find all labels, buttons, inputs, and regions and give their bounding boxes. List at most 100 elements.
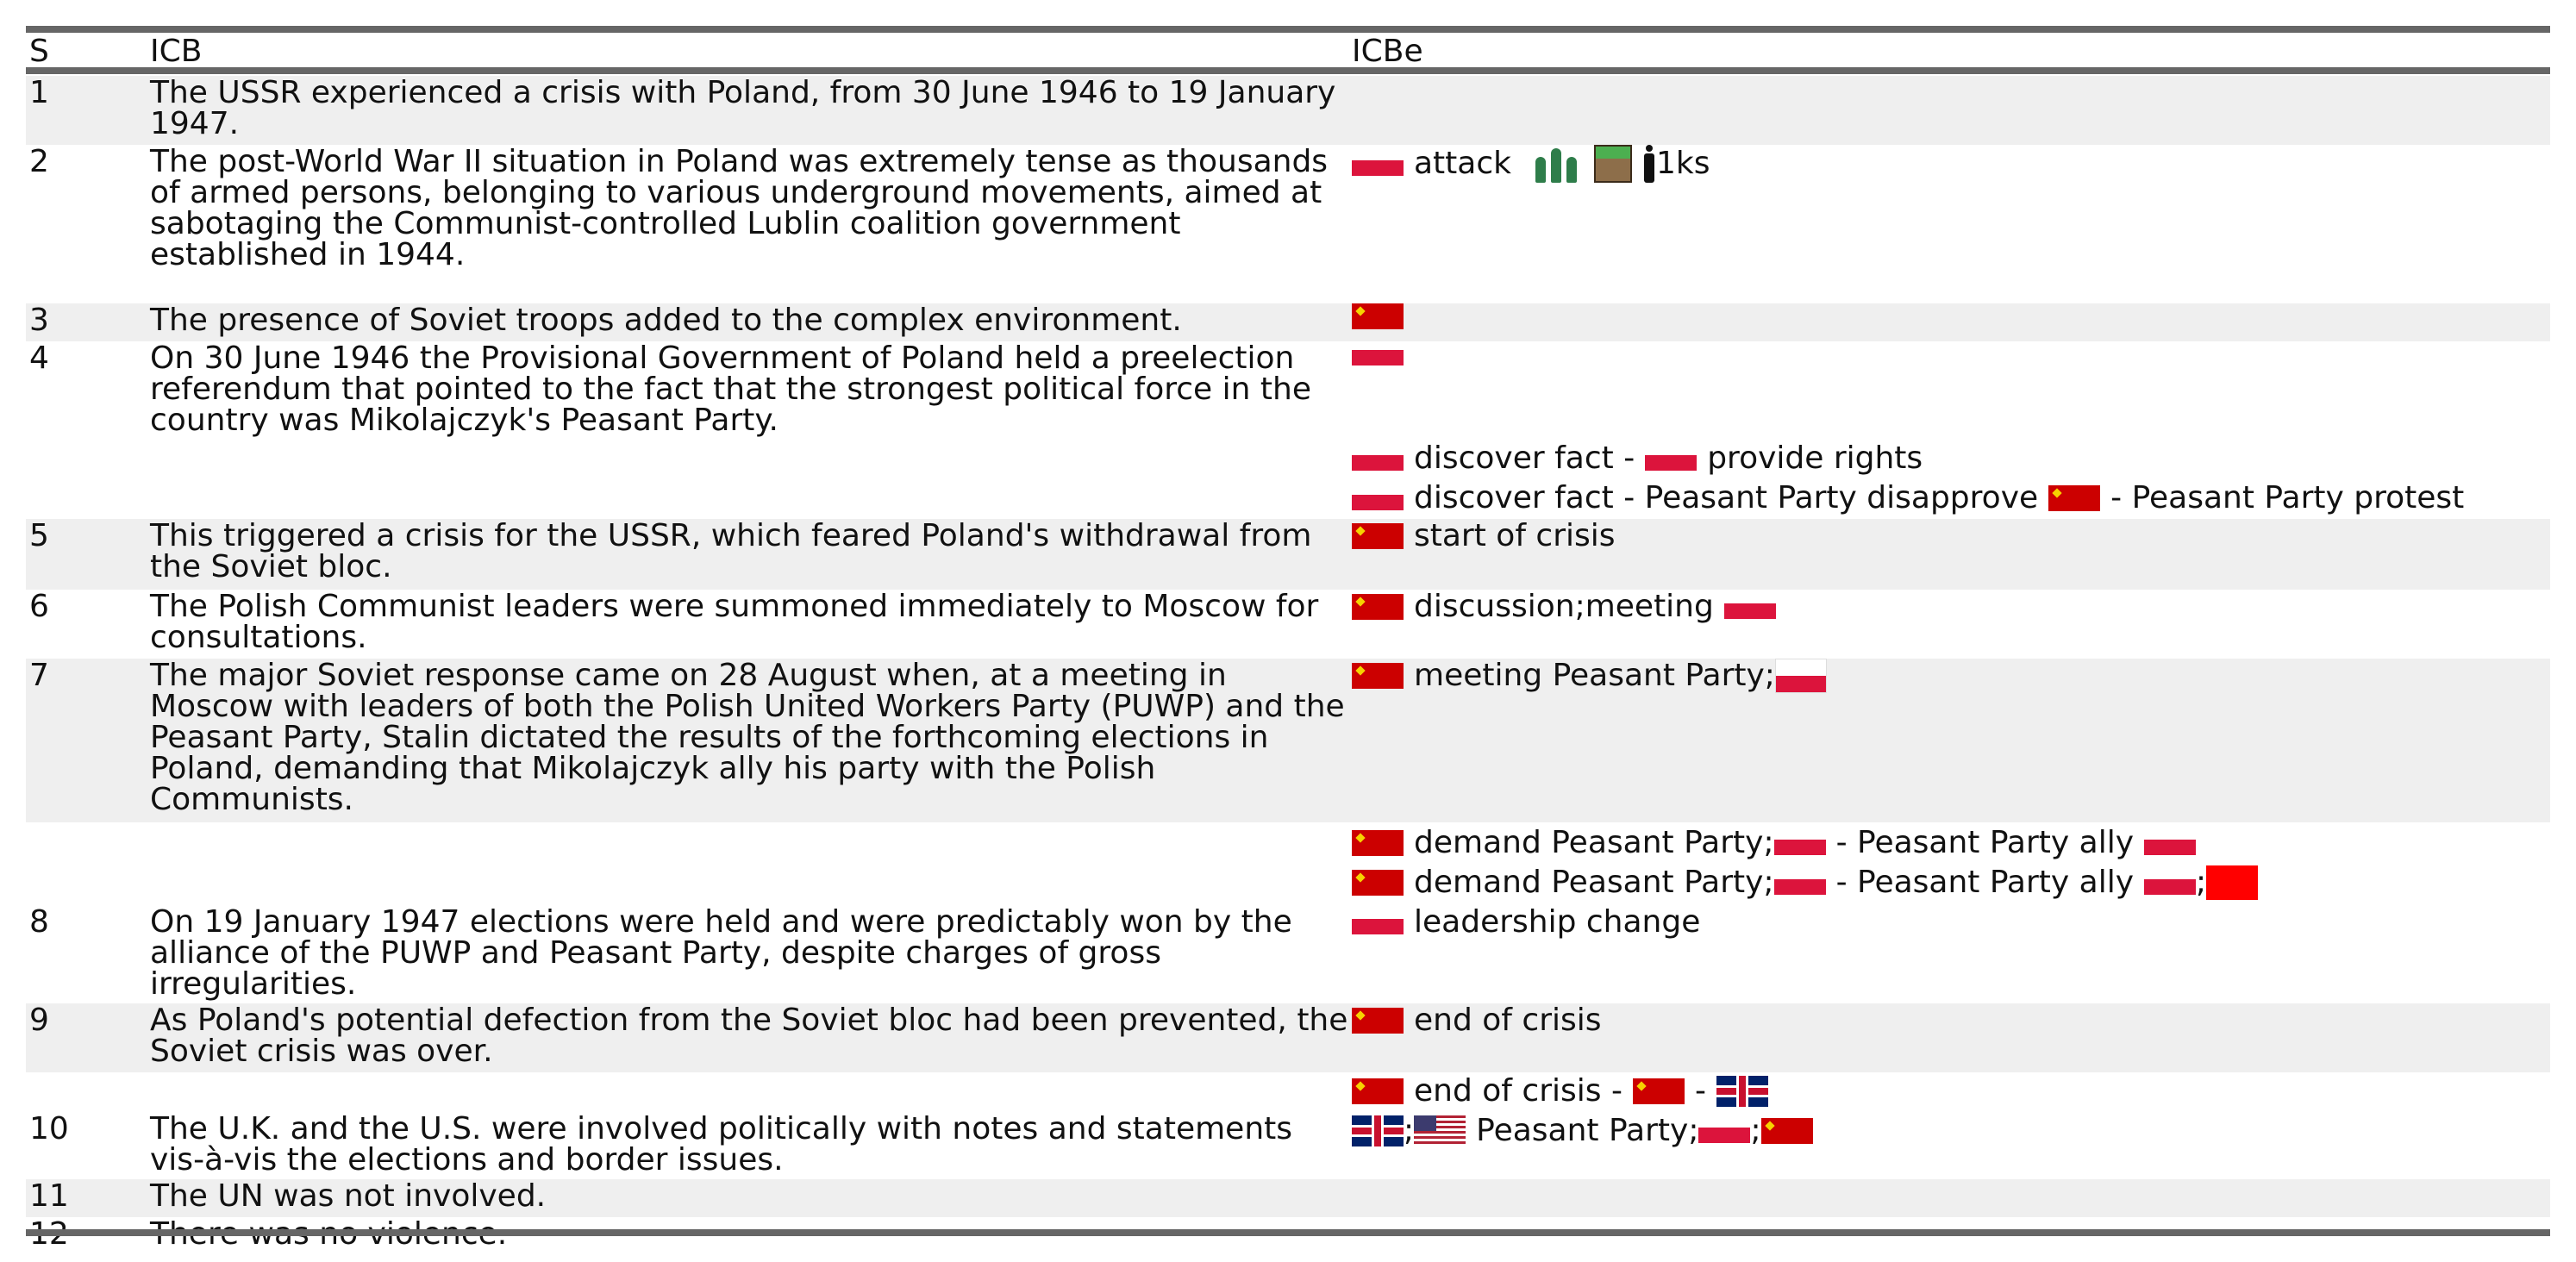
poland-flag-icon <box>1352 919 1404 934</box>
uk-flag-icon <box>1352 1115 1404 1146</box>
ussr-flag-icon <box>1352 523 1404 549</box>
poland-flag-icon <box>1774 659 1827 693</box>
header-icbe: ICBe <box>1352 34 1423 69</box>
row-number: 6 <box>29 589 49 624</box>
table-top-rule <box>26 26 2550 33</box>
poland-flag-icon <box>1352 495 1404 510</box>
ussr-flag-icon <box>1352 594 1404 620</box>
icb-text: The post-World War II situation in Polan… <box>150 144 1338 272</box>
person-icon <box>1642 145 1656 183</box>
icbe-event: discover fact - provide rights <box>1352 441 1923 476</box>
table-row: demand Peasant Party; - Peasant Party al… <box>26 822 2550 905</box>
icbe-event: meeting Peasant Party; <box>1352 659 1827 693</box>
icbe-event: start of crisis <box>1352 519 1616 553</box>
icb-text: This triggered a crisis for the USSR, wh… <box>150 518 1322 584</box>
event-text: - <box>1694 1073 1706 1109</box>
row-number: 7 <box>29 658 49 693</box>
icb-text: As Poland's potential defection from the… <box>150 1003 1348 1069</box>
event-text: ; <box>1750 1113 1761 1148</box>
ussr-flag-icon <box>1352 303 1404 329</box>
ussr-flag-icon <box>1352 1078 1404 1104</box>
event-text: demand Peasant Party; <box>1414 865 1774 900</box>
table-row: 4 On 30 June 1946 the Provisional Govern… <box>26 341 2550 519</box>
event-text: - Peasant Party ally <box>1835 825 2135 860</box>
ussr-flag-icon <box>1352 1008 1404 1034</box>
ussr-flag-icon <box>1632 1078 1685 1104</box>
ussr-flag-icon <box>1352 870 1404 896</box>
event-text: start of crisis <box>1414 518 1616 553</box>
icb-text: The UN was not involved. <box>150 1178 547 1214</box>
usa-flag-icon <box>1414 1115 1466 1146</box>
poland-flag-icon <box>1773 879 1826 895</box>
icbe-event: ; Peasant Party; ; <box>1352 1114 1813 1148</box>
poland-flag-icon <box>1352 350 1404 365</box>
header-rule <box>26 67 2550 74</box>
table-row: end of crisis - - 10 The U.K. and the U.… <box>26 1072 2550 1179</box>
row-number: 2 <box>29 144 49 179</box>
event-text: - Peasant Party ally <box>1835 865 2135 900</box>
icbe-event: end of crisis <box>1352 1003 1602 1038</box>
table-row: 2 The post-World War II situation in Pol… <box>26 145 2550 303</box>
icb-text: The Polish Communist leaders were summon… <box>150 589 1329 655</box>
poland-flag-icon <box>1645 455 1698 471</box>
row-number: 10 <box>29 1111 69 1146</box>
event-text: meeting Peasant Party; <box>1414 658 1775 693</box>
event-text: discover fact - Peasant Party disapprove <box>1414 480 2039 515</box>
event-text: ; <box>1404 1113 1415 1148</box>
row-number: 4 <box>29 340 49 376</box>
ussr-flag-icon <box>1352 663 1404 689</box>
event-text: - Peasant Party protest <box>2110 480 2465 515</box>
event-text: end of crisis - <box>1414 1073 1623 1109</box>
row-number: 9 <box>29 1003 49 1038</box>
event-text: 1ks <box>1656 146 1710 181</box>
icbe-event: demand Peasant Party; - Peasant Party al… <box>1352 825 2197 860</box>
event-text: demand Peasant Party; <box>1414 825 1774 860</box>
uk-flag-icon <box>1716 1076 1768 1107</box>
poland-flag-icon <box>1773 840 1826 855</box>
event-text: Peasant Party; <box>1476 1113 1699 1148</box>
header-icb: ICB <box>150 34 203 69</box>
table-row: 3 The presence of Soviet troops added to… <box>26 303 2550 341</box>
icbe-event: demand Peasant Party; - Peasant Party al… <box>1352 865 2259 900</box>
icbe-event: attack 1ks <box>1352 145 1710 183</box>
territory-block-icon <box>1594 145 1632 183</box>
soldiers-icon <box>1532 145 1584 183</box>
red-flag-icon <box>2206 865 2259 900</box>
poland-flag-icon <box>1698 1128 1751 1143</box>
icbe-event: discussion;meeting <box>1352 590 1776 624</box>
table-row: 5 This triggered a crisis for the USSR, … <box>26 519 2550 590</box>
icbe-event <box>1352 303 1404 329</box>
icb-text: On 30 June 1946 the Provisional Governme… <box>150 340 1322 438</box>
icbe-event: discover fact - Peasant Party disapprove… <box>1352 481 2464 515</box>
event-text: leadership change <box>1414 904 1701 940</box>
event-text: discussion;meeting <box>1414 589 1714 624</box>
row-number: 1 <box>29 75 49 110</box>
ussr-flag-icon <box>1760 1118 1813 1144</box>
row-number: 8 <box>29 904 49 940</box>
event-text: attack <box>1414 146 1511 181</box>
icb-text: The presence of Soviet troops added to t… <box>150 303 1182 338</box>
table-row: 11 The UN was not involved. <box>26 1179 2550 1217</box>
icb-text: The major Soviet response came on 28 Aug… <box>150 658 1355 817</box>
table-row: 9 As Poland's potential defection from t… <box>26 1003 2550 1072</box>
table-row: 1 The USSR experienced a crisis with Pol… <box>26 76 2550 145</box>
table-row: 6 The Polish Communist leaders were summ… <box>26 590 2550 659</box>
row-number: 5 <box>29 518 49 553</box>
event-text: end of crisis <box>1414 1003 1602 1038</box>
icb-text: The U.K. and the U.S. were involved poli… <box>150 1111 1303 1178</box>
poland-flag-icon <box>1723 603 1776 619</box>
poland-flag-icon <box>1352 455 1404 471</box>
table-row: 12 There was no violence. <box>26 1217 2550 1255</box>
row-number: 3 <box>29 303 49 338</box>
icbe-event: end of crisis - - <box>1352 1074 1768 1109</box>
poland-flag-icon <box>2144 840 2197 855</box>
header-s: S <box>29 34 49 69</box>
table-row: 7 The major Soviet response came on 28 A… <box>26 659 2550 822</box>
ussr-flag-icon <box>2048 485 2101 511</box>
table-bottom-rule <box>26 1229 2550 1236</box>
event-text: provide rights <box>1707 440 1923 476</box>
event-text: discover fact - <box>1414 440 1635 476</box>
table-row: 8 On 19 January 1947 elections were held… <box>26 905 2550 1003</box>
event-text: ; <box>2196 865 2207 900</box>
row-number: 11 <box>29 1178 69 1214</box>
